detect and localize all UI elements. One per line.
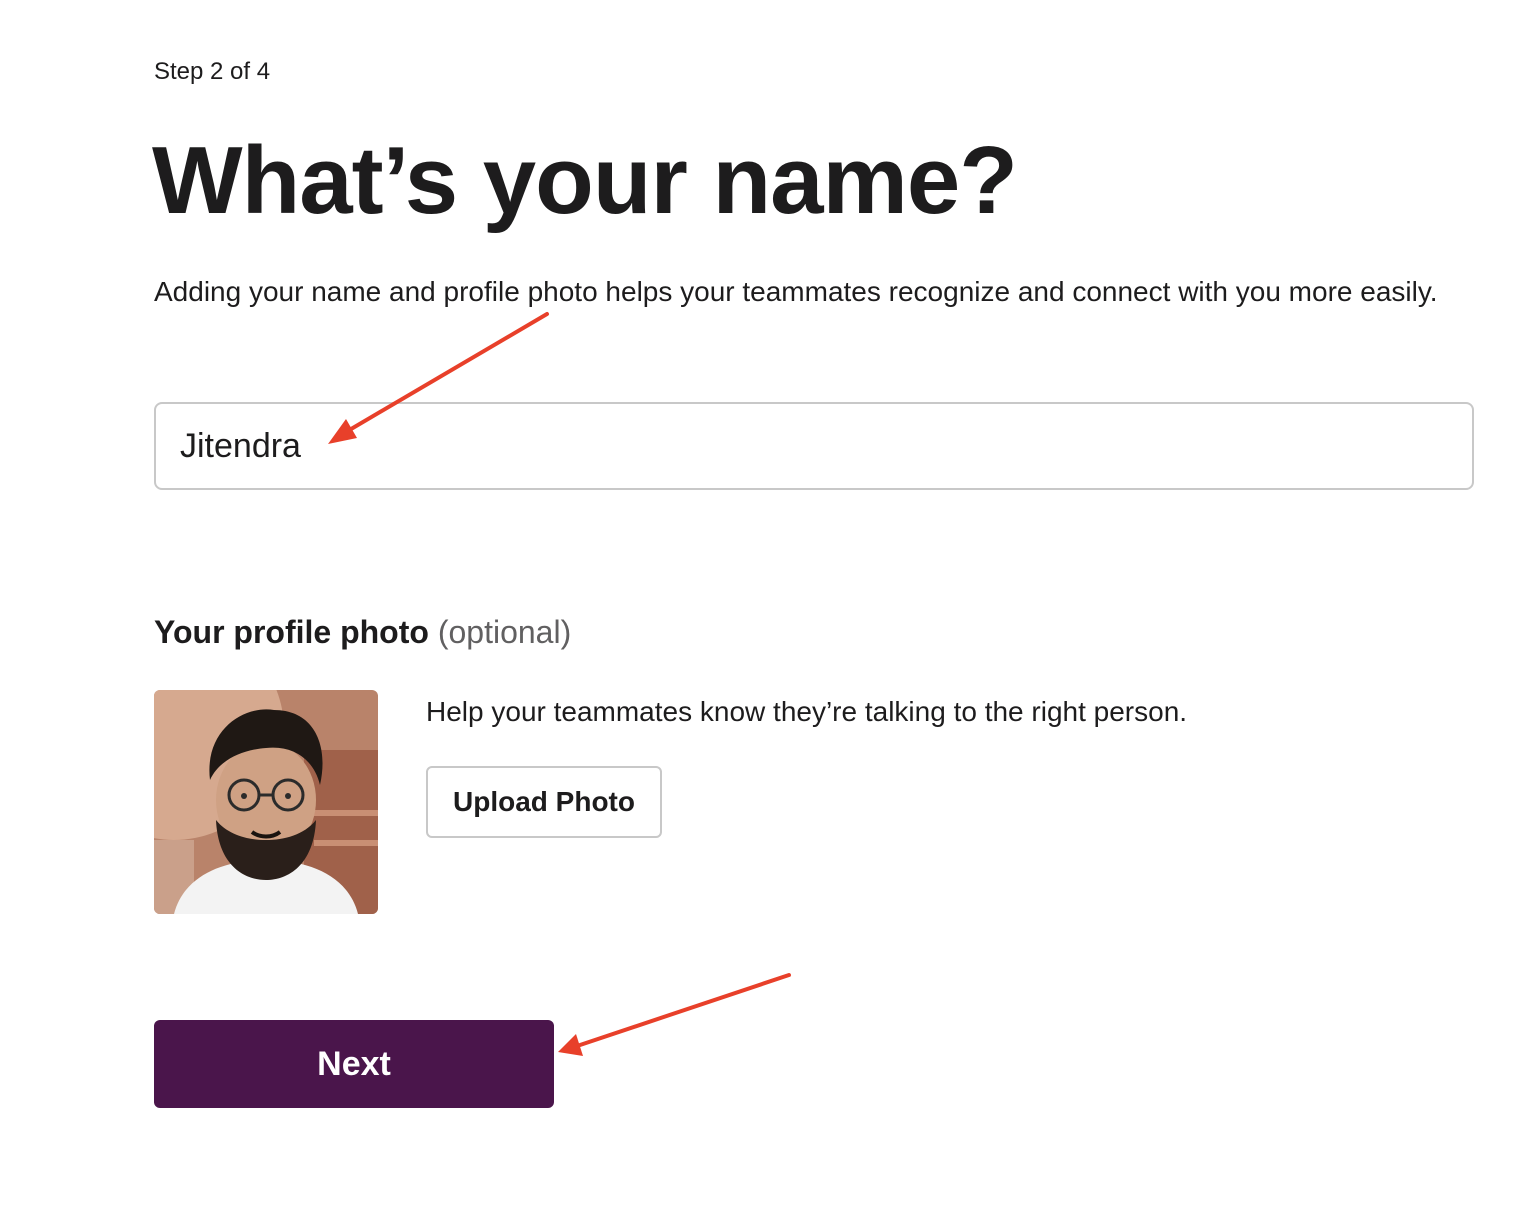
profile-photo-heading-label: Your profile photo xyxy=(154,614,429,650)
name-input[interactable] xyxy=(154,402,1474,490)
step-indicator: Step 2 of 4 xyxy=(154,58,271,85)
profile-photo-help-text: Help your teammates know they’re talking… xyxy=(426,696,1188,727)
page-title: What’s your name? xyxy=(152,127,1018,234)
profile-photo-heading: Your profile photo (optional) xyxy=(154,614,571,651)
upload-photo-button[interactable]: Upload Photo xyxy=(426,766,662,838)
page-description: Adding your name and profile photo helps… xyxy=(154,276,1438,307)
annotation-arrow-next xyxy=(558,973,791,1056)
optional-label: (optional) xyxy=(437,614,572,650)
avatar xyxy=(154,690,378,914)
next-button[interactable]: Next xyxy=(154,1020,554,1108)
